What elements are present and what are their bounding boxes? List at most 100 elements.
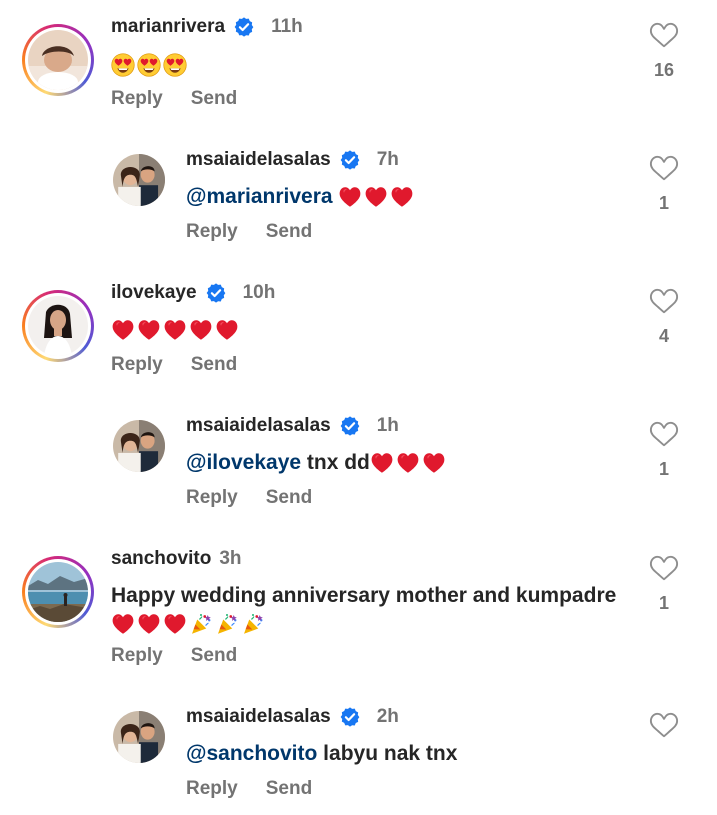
red-heart-emoji [189, 318, 213, 342]
like-count: 1 [658, 193, 669, 213]
mention-link[interactable]: @sanchovito [186, 742, 317, 765]
send-button[interactable]: Send [266, 487, 312, 509]
like-count: 4 [658, 326, 669, 346]
username[interactable]: msaiaidelasalas [186, 149, 331, 171]
reply-button[interactable]: Reply [111, 354, 163, 376]
mention-link[interactable]: @marianrivera [186, 185, 333, 208]
verified-badge-icon [233, 16, 255, 38]
like-count: 1 [658, 593, 669, 613]
comment-header: sanchovito 3h [111, 548, 242, 570]
like-column [640, 710, 688, 740]
comment-body: labyu nak tnx [317, 742, 458, 765]
avatar-photo [28, 562, 88, 622]
comment-text: @marianrivera [186, 183, 414, 211]
avatar-photo [113, 420, 165, 472]
avatar[interactable] [113, 711, 165, 763]
like-count: 16 [653, 60, 675, 80]
avatar[interactable] [22, 24, 94, 96]
heart-outline-icon[interactable] [649, 553, 679, 583]
comment-header: msaiaidelasalas 2h [186, 706, 399, 728]
heart-eyes-emoji [111, 53, 135, 77]
reply-button[interactable]: Reply [111, 88, 163, 110]
red-heart-emoji [111, 612, 135, 636]
heart-outline-icon[interactable] [649, 419, 679, 449]
heart-outline-icon[interactable] [649, 20, 679, 50]
heart-eyes-emoji [163, 53, 187, 77]
heart-outline-icon[interactable] [649, 153, 679, 183]
red-heart-emoji [364, 185, 388, 209]
red-heart-emoji [396, 451, 420, 475]
username[interactable]: marianrivera [111, 16, 225, 38]
username[interactable]: sanchovito [111, 548, 211, 570]
avatar-photo [113, 154, 165, 206]
comment-text-line-2 [111, 610, 265, 638]
username[interactable]: msaiaidelasalas [186, 706, 331, 728]
avatar[interactable] [22, 556, 94, 628]
comment-header: msaiaidelasalas 7h [186, 149, 399, 171]
reply-button[interactable]: Reply [111, 645, 163, 667]
verified-badge-icon [339, 149, 361, 171]
verified-badge-icon [339, 415, 361, 437]
comment-text [111, 51, 187, 79]
red-heart-emoji [422, 451, 446, 475]
red-heart-emoji [215, 318, 239, 342]
like-count: 1 [658, 459, 669, 479]
verified-badge-icon [339, 706, 361, 728]
send-button[interactable]: Send [266, 778, 312, 800]
username[interactable]: ilovekaye [111, 282, 197, 304]
avatar[interactable] [22, 290, 94, 362]
comment-actions: Reply Send [111, 88, 237, 110]
send-button[interactable]: Send [191, 88, 237, 110]
comment-text: @sanchovito labyu nak tnx [186, 740, 457, 768]
red-heart-emoji [390, 185, 414, 209]
red-heart-emoji [370, 451, 394, 475]
timestamp: 11h [271, 16, 303, 37]
avatar[interactable] [113, 420, 165, 472]
timestamp: 2h [376, 706, 399, 727]
mention-link[interactable]: @ilovekaye [186, 451, 301, 474]
comment-actions: Reply Send [111, 354, 237, 376]
timestamp: 3h [219, 548, 242, 569]
avatar-photo [113, 711, 165, 763]
comment-actions: Reply Send [186, 778, 312, 800]
comment-actions: Reply Send [186, 487, 312, 509]
comment-text: @ilovekaye tnx dd [186, 449, 446, 477]
red-heart-emoji [338, 185, 362, 209]
reply-button[interactable]: Reply [186, 221, 238, 243]
comment-header: ilovekaye 10h [111, 282, 275, 304]
red-heart-emoji [111, 318, 135, 342]
verified-badge-icon [205, 282, 227, 304]
send-button[interactable]: Send [191, 354, 237, 376]
comment-header: msaiaidelasalas 1h [186, 415, 399, 437]
like-column: 16 [640, 20, 688, 81]
like-column: 4 [640, 286, 688, 347]
heart-outline-icon[interactable] [649, 286, 679, 316]
heart-eyes-emoji [137, 53, 161, 77]
red-heart-emoji [163, 318, 187, 342]
comment-text: Happy wedding anniversary mother and kum… [111, 582, 616, 610]
avatar-photo [28, 296, 88, 356]
comment-actions: Reply Send [186, 221, 312, 243]
reply-button[interactable]: Reply [186, 778, 238, 800]
comment-body: tnx dd [301, 451, 370, 474]
timestamp: 10h [242, 282, 276, 303]
like-column: 1 [640, 553, 688, 614]
comment-body: Happy wedding anniversary mother and kum… [111, 584, 617, 607]
party-popper-emoji [215, 612, 239, 636]
party-popper-emoji [241, 612, 265, 636]
comment-actions: Reply Send [111, 645, 237, 667]
send-button[interactable]: Send [266, 221, 312, 243]
comment-header: marianrivera 11h [111, 16, 303, 38]
red-heart-emoji [137, 318, 161, 342]
heart-outline-icon[interactable] [649, 710, 679, 740]
reply-button[interactable]: Reply [186, 487, 238, 509]
username[interactable]: msaiaidelasalas [186, 415, 331, 437]
avatar[interactable] [113, 154, 165, 206]
red-heart-emoji [163, 612, 187, 636]
red-heart-emoji [137, 612, 161, 636]
party-popper-emoji [189, 612, 213, 636]
timestamp: 7h [376, 149, 399, 170]
comment-text [111, 316, 239, 344]
send-button[interactable]: Send [191, 645, 237, 667]
like-column: 1 [640, 419, 688, 480]
